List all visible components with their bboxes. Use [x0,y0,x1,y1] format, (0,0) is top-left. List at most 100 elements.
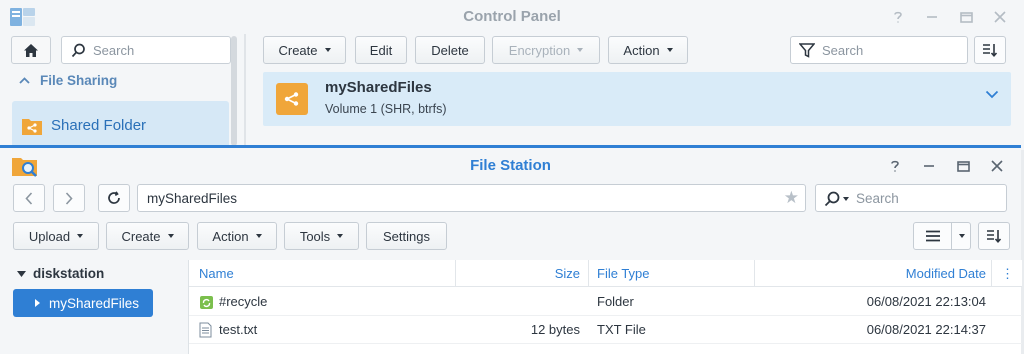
file-size [455,288,580,316]
table-row[interactable]: #recycle Folder 06/08/2021 22:13:04 [189,288,1022,316]
edit-button-label: Edit [369,42,393,58]
column-header-file-type[interactable]: File Type [597,260,650,287]
chevron-down-icon[interactable] [953,223,971,249]
file-station-window: File Station mySharedFiles ★ Search Uplo… [0,145,1022,354]
window-title: File Station [470,157,551,174]
settings-button[interactable]: Settings [366,222,447,250]
column-header-name[interactable]: Name [199,260,234,287]
file-modified: 06/08/2021 22:14:37 [866,322,986,337]
chevron-right-icon [65,191,73,205]
file-name: test.txt [219,322,258,337]
tools-button[interactable]: Tools [284,222,359,250]
file-search-input[interactable]: Search [815,184,1007,212]
caret-down-icon [17,270,26,277]
upload-button[interactable]: Upload [13,222,99,250]
shared-folder-name: mySharedFiles [325,79,432,96]
column-header-size[interactable]: Size [455,260,580,287]
refresh-icon [108,191,120,204]
file-modified: 06/08/2021 22:13:04 [866,294,986,309]
settings-button-label: Settings [383,228,430,244]
help-icon[interactable] [885,157,905,175]
file-size: 12 bytes [530,322,580,337]
sidebar-divider [244,34,246,150]
file-list: Name Size File Type Modified Date ⋮ #rec… [188,260,1022,354]
text-file-icon [199,322,212,338]
sidebar-item-shared-folder[interactable]: Shared Folder [12,101,229,151]
encryption-button-label: Encryption [508,42,571,58]
file-type: TXT File [597,322,646,337]
back-button[interactable] [13,184,45,212]
control-panel-search-input[interactable]: Search [61,36,231,64]
upload-button-label: Upload [28,228,71,244]
edit-button[interactable]: Edit [355,36,407,64]
chevron-up-icon [19,77,30,84]
action-button[interactable]: Action [197,222,277,250]
search-icon [71,43,85,58]
path-field[interactable]: mySharedFiles ★ [137,184,806,212]
chevron-down-icon[interactable] [985,90,999,99]
create-button-label: Create [278,42,318,58]
encryption-button[interactable]: Encryption [492,36,600,64]
refresh-button[interactable] [98,184,130,212]
maximize-icon[interactable] [953,157,973,175]
section-label: File Sharing [40,73,118,88]
column-menu-icon[interactable]: ⋮ [1001,260,1014,287]
tree-item-mysharedfiles[interactable]: mySharedFiles [13,289,153,317]
sidebar-item-label: Shared Folder [51,117,147,134]
action-button[interactable]: Action [608,36,688,64]
search-placeholder: Search [856,191,899,206]
shared-folder-row[interactable]: mySharedFiles Volume 1 (SHR, btrfs) [263,72,1011,126]
filter-icon [799,43,815,58]
column-divider[interactable] [588,260,589,287]
path-value: mySharedFiles [147,191,238,206]
close-icon[interactable] [987,157,1007,175]
shared-folder-volume: Volume 1 (SHR, btrfs) [325,102,447,116]
close-icon[interactable] [990,8,1010,26]
help-icon[interactable] [888,8,908,26]
tools-button-label: Tools [299,228,331,244]
forward-button[interactable] [53,184,85,212]
recycle-folder-icon [200,296,213,309]
star-icon[interactable]: ★ [784,188,799,208]
column-divider[interactable] [991,260,992,287]
table-row[interactable]: test.txt 12 bytes TXT File 06/08/2021 22… [189,316,1022,344]
control-panel-titlebar[interactable]: Control Panel [0,0,1024,34]
tree-root-label: diskstation [33,266,105,281]
shared-folder-icon [22,119,42,135]
sidebar-scrollbar[interactable] [231,36,237,146]
file-type: Folder [597,294,634,309]
file-sharing-section-header[interactable]: File Sharing [19,73,117,88]
sort-icon [983,44,998,57]
create-button[interactable]: Create [263,36,346,64]
home-button[interactable] [11,36,51,64]
chevron-down-icon [337,234,344,238]
window-title: Control Panel [463,8,561,25]
chevron-down-icon [577,48,584,52]
chevron-down-icon [167,234,174,238]
shared-folder-search-input[interactable]: Search [790,36,968,64]
search-placeholder: Search [822,43,864,58]
tree-root-diskstation[interactable]: diskstation [17,266,104,281]
action-button-label: Action [623,42,660,58]
minimize-icon[interactable] [922,8,942,26]
view-mode-button[interactable] [913,222,971,250]
sort-button[interactable] [978,222,1010,250]
chevron-down-icon [666,48,673,52]
list-view-icon[interactable] [914,223,952,249]
home-icon [24,43,38,57]
column-header-modified-date[interactable]: Modified Date [754,260,986,287]
chevron-down-icon [843,197,849,201]
file-list-header: Name Size File Type Modified Date ⋮ [189,260,1022,287]
chevron-down-icon [324,48,331,52]
create-button[interactable]: Create [106,222,189,250]
tree-item-label: mySharedFiles [49,295,140,311]
search-icon[interactable] [824,191,849,207]
delete-button-label: Delete [431,42,469,58]
sort-button[interactable] [974,36,1006,64]
file-name: #recycle [219,294,268,309]
create-button-label: Create [121,228,161,244]
maximize-icon[interactable] [956,8,976,26]
chevron-down-icon [255,234,262,238]
minimize-icon[interactable] [919,157,939,175]
delete-button[interactable]: Delete [415,36,485,64]
